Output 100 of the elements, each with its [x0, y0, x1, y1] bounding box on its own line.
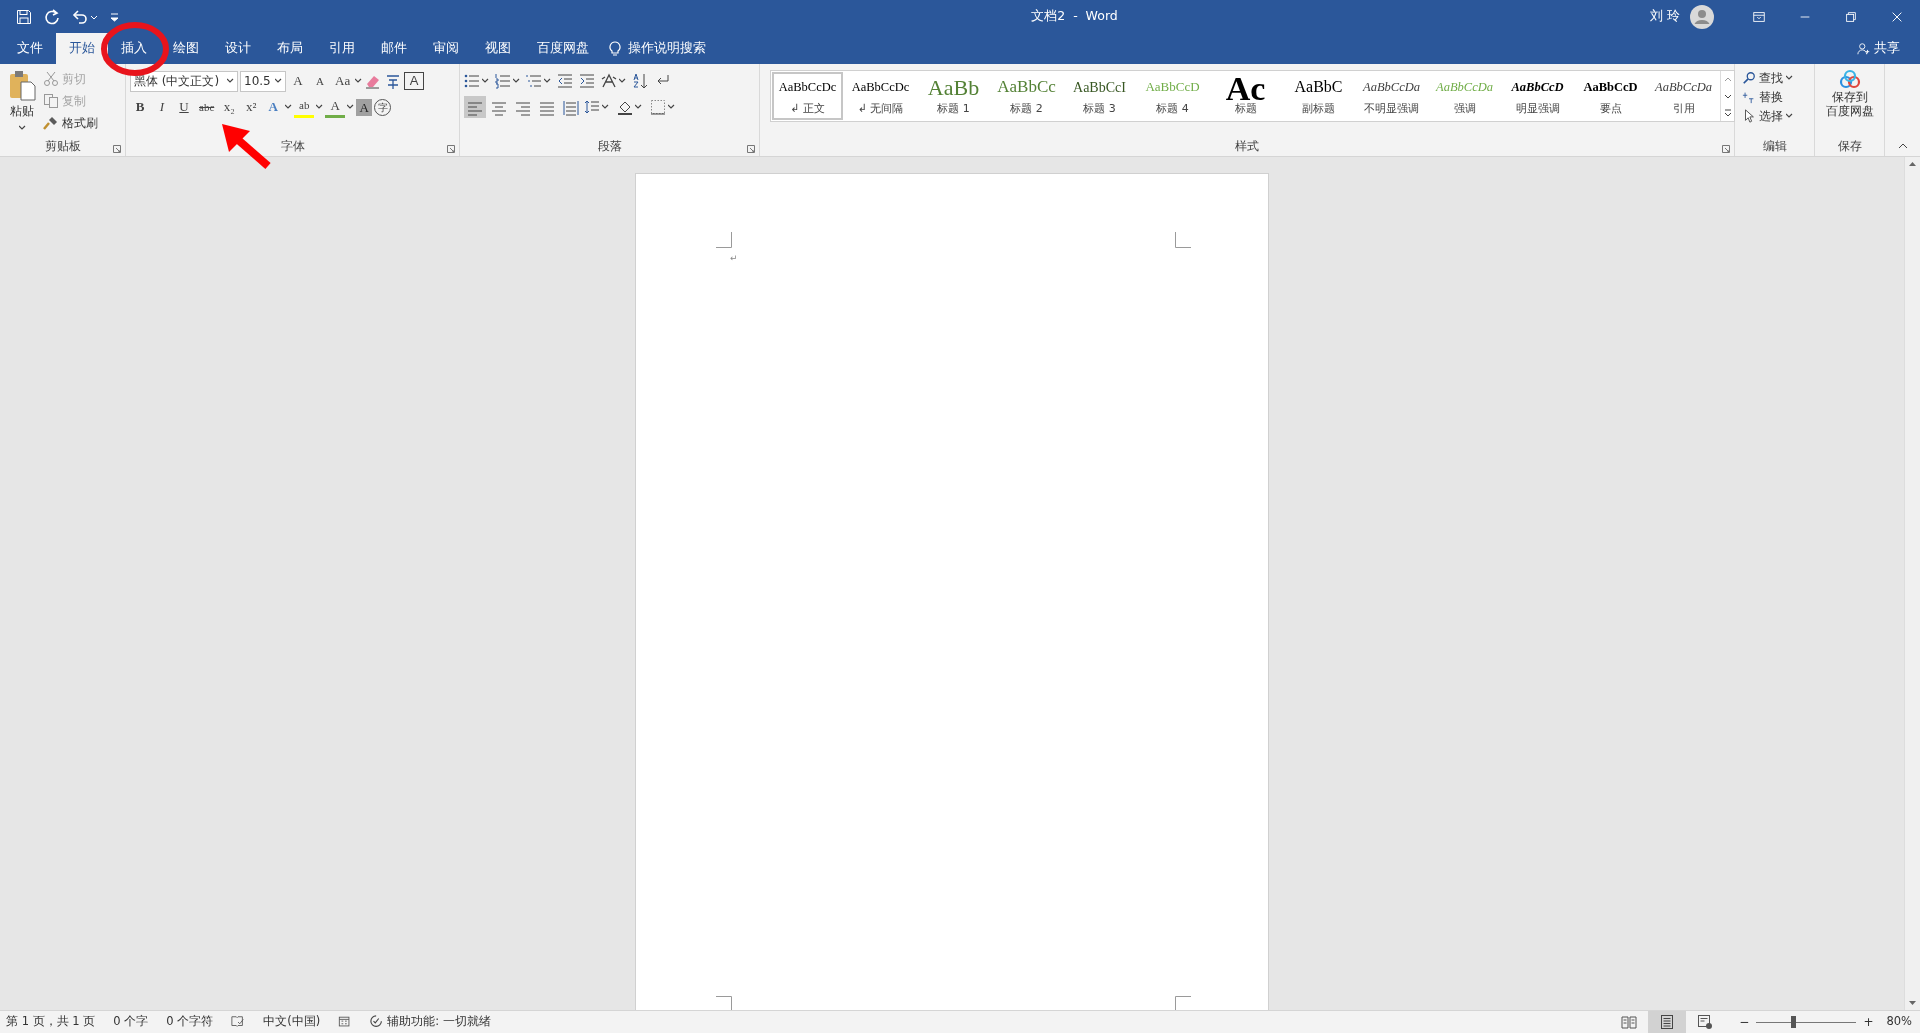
ribbon-tab[interactable]: 插入 [108, 33, 160, 64]
underline-button[interactable]: U [174, 96, 194, 118]
ribbon-tab[interactable]: 百度网盘 [524, 33, 602, 64]
paste-button[interactable]: 粘贴 [4, 68, 40, 138]
style-name: 不明显强调 [1364, 101, 1419, 117]
style-name: 明显强调 [1515, 101, 1560, 117]
style-name: 强调 [1453, 101, 1476, 117]
avatar-icon[interactable] [1690, 4, 1714, 29]
dialog-launcher-icon[interactable] [113, 145, 121, 153]
dialog-launcher-icon[interactable] [1722, 145, 1730, 153]
save-icon[interactable] [16, 8, 32, 25]
share-button[interactable]: 共享 [1851, 33, 1906, 64]
style-preview: AaBbC [1294, 77, 1343, 97]
style-name: 副标题 [1302, 101, 1335, 117]
pointer-icon[interactable] [1742, 107, 1756, 124]
zoom-slider[interactable] [1756, 1016, 1857, 1028]
restore-icon[interactable] [1844, 9, 1858, 24]
format-painter-button[interactable]: 格式刷 [40, 112, 101, 134]
select-button[interactable]: 选择 [1739, 106, 1810, 125]
group-label: 保存 [1837, 138, 1862, 156]
decrease-indent-icon[interactable] [557, 73, 573, 89]
lightbulb-icon[interactable] [608, 40, 622, 57]
ribbon-tab[interactable]: 引用 [316, 33, 368, 64]
accessibility-status[interactable]: 辅助功能: 一切就绪 [370, 1013, 491, 1031]
style-name: 标题 1 [937, 101, 970, 117]
dialog-launcher-icon[interactable] [447, 145, 455, 153]
line-spacing-icon[interactable] [584, 99, 600, 115]
bullets-icon[interactable] [464, 73, 480, 89]
brush-icon[interactable] [43, 115, 59, 131]
style-preview: AaBbCcD [1145, 78, 1200, 97]
ribbon-tab[interactable]: 审阅 [420, 33, 472, 64]
replace-button[interactable]: 替换 [1739, 87, 1810, 106]
character-shading-button[interactable]: A [356, 98, 373, 116]
status-text: 0 个字符 [166, 1013, 214, 1031]
subscript-button[interactable]: x₂ [219, 96, 240, 118]
superscript-button[interactable]: x² [241, 96, 262, 118]
group-label: 段落 [597, 138, 622, 156]
numbering-icon[interactable] [495, 73, 511, 89]
annotation-circle [101, 22, 169, 76]
magnifier-icon[interactable] [1742, 69, 1756, 86]
font-size-field[interactable]: 10.5 [240, 70, 286, 92]
save-to-cloud-button[interactable]: 保存到 百度网盘 [1819, 68, 1880, 138]
style-name: ↲ 无间隔 [857, 101, 904, 117]
ribbon-tab[interactable]: 绘图 [160, 33, 212, 64]
status-text: 0 个字 [113, 1013, 149, 1031]
style-preview: Ac [1225, 73, 1266, 101]
style-item[interactable]: AaBbCcDc ↲ 正文 [771, 71, 844, 121]
dialog-launcher-icon[interactable] [747, 145, 755, 153]
grow-font-button[interactable]: A [288, 70, 308, 92]
person-icon[interactable] [1857, 41, 1871, 56]
status-text: 第 1 页，共 1 页 [6, 1013, 96, 1031]
tell-me-search[interactable]: 操作说明搜索 [622, 33, 712, 64]
ribbon-tab[interactable]: 开始 [56, 33, 108, 64]
ribbon-tab[interactable]: 视图 [472, 33, 524, 64]
margin-mark [1175, 232, 1191, 248]
proofing-icon[interactable] [231, 1015, 246, 1029]
macro-icon[interactable] [338, 1015, 353, 1029]
user-name: 刘 玲 [1650, 7, 1680, 26]
italic-button[interactable]: I [152, 96, 172, 118]
web-layout-icon[interactable] [1697, 1014, 1714, 1030]
zoom-out-button[interactable]: − [1736, 1012, 1753, 1032]
strikethrough-button[interactable]: abc [196, 96, 218, 118]
read-mode-icon[interactable] [1621, 1014, 1638, 1030]
slider-thumb[interactable] [1791, 1016, 1797, 1028]
character-border-button[interactable]: A [404, 72, 425, 90]
text-effects-button[interactable]: A [263, 96, 284, 118]
accessibility-icon[interactable] [370, 1015, 385, 1029]
cloud-icon[interactable] [1837, 69, 1862, 91]
ribbon-tab[interactable]: 文件 [4, 33, 56, 64]
margin-mark [716, 232, 732, 248]
style-preview: AaBbCcDa [1363, 78, 1420, 96]
ribbon-display-icon[interactable] [1752, 9, 1766, 24]
sort-icon[interactable] [632, 73, 648, 89]
highlight-button[interactable]: ab [294, 96, 315, 118]
group-label: 样式 [1235, 138, 1259, 156]
multilevel-list-icon[interactable] [526, 73, 542, 89]
ribbon-tab[interactable]: 布局 [264, 33, 316, 64]
clipboard-icon[interactable] [8, 70, 36, 102]
print-layout-button[interactable] [1648, 1011, 1687, 1033]
shrink-font-button[interactable]: A [310, 70, 330, 92]
undo-icon[interactable] [72, 8, 88, 25]
style-name: 标题 3 [1083, 101, 1116, 117]
style-preview: AaBbCcD [1511, 78, 1564, 96]
style-preview: AaBbCcI [1073, 78, 1126, 97]
chinese-layout-icon[interactable] [601, 73, 617, 89]
redo-icon[interactable] [44, 8, 60, 25]
change-case-button[interactable]: Aa [332, 70, 354, 92]
font-color-button[interactable]: A [325, 96, 346, 118]
ribbon-tab[interactable]: 设计 [212, 33, 264, 64]
zoom-in-button[interactable]: + [1860, 1012, 1877, 1032]
style-preview: AaBbCcDa [1655, 78, 1712, 96]
style-preview: AaBbCcD [1583, 78, 1638, 96]
font-name-field[interactable]: 黑体 (中文正文) [130, 70, 238, 92]
increase-indent-icon[interactable] [579, 73, 595, 89]
print-layout-icon[interactable] [1659, 1014, 1676, 1030]
shading-icon[interactable] [617, 99, 633, 115]
style-name: 要点 [1599, 101, 1622, 117]
find-button[interactable]: 查找 [1739, 68, 1810, 87]
ribbon-tab[interactable]: 邮件 [368, 33, 420, 64]
bold-button[interactable]: B [130, 96, 150, 118]
